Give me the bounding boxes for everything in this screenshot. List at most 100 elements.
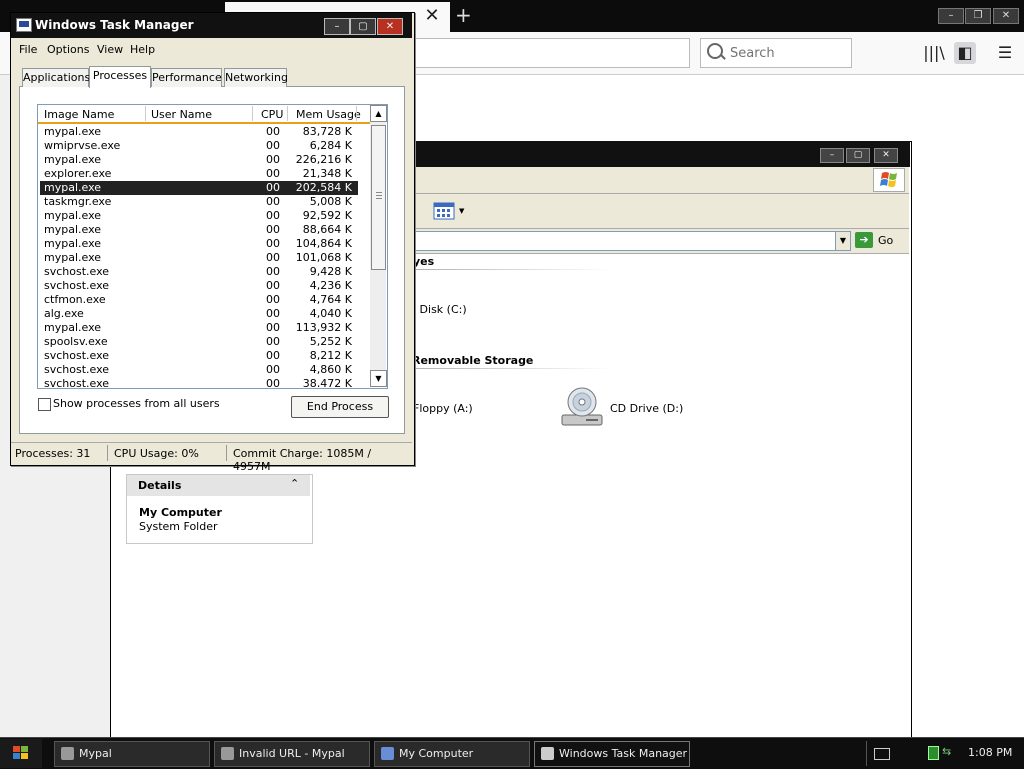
tab-performance[interactable]: Performance	[151, 68, 222, 87]
process-cpu: 00	[266, 293, 280, 306]
process-image-name: spoolsv.exe	[44, 335, 108, 348]
tm-minimize-icon[interactable]: –	[324, 18, 350, 35]
process-row[interactable]: explorer.exe 00 21,348 K	[40, 167, 358, 181]
process-image-name: alg.exe	[44, 307, 84, 320]
col-image-name[interactable]: Image Name	[44, 108, 114, 121]
col-cpu[interactable]: CPU	[261, 108, 283, 121]
process-row[interactable]: mypal.exe 00 104,864 K	[40, 237, 358, 251]
url-bar[interactable]	[410, 38, 690, 68]
sidebar-icon[interactable]: ◧	[954, 42, 976, 64]
process-row[interactable]: svchost.exe 00 9,428 K	[40, 265, 358, 279]
process-mem-usage: 4,040 K	[309, 307, 352, 320]
menu-view[interactable]: View	[97, 43, 123, 56]
process-row[interactable]: wmiprvse.exe 00 6,284 K	[40, 139, 358, 153]
taskbar-label: Windows Task Manager	[559, 747, 688, 760]
mypal-icon	[221, 747, 234, 760]
process-mem-usage: 113,932 K	[295, 321, 352, 334]
taskbar-label: Invalid URL - Mypal	[239, 747, 345, 760]
process-mem-usage: 101,068 K	[295, 251, 352, 264]
process-cpu: 00	[266, 349, 280, 362]
process-image-name: mypal.exe	[44, 223, 102, 236]
process-row[interactable]: ctfmon.exe 00 4,764 K	[40, 293, 358, 307]
process-mem-usage: 5,008 K	[309, 195, 352, 208]
show-all-users-label[interactable]: Show processes from all users	[53, 397, 220, 410]
process-cpu: 00	[266, 167, 280, 180]
tab-applications[interactable]: Applications	[22, 68, 90, 87]
scroll-thumb[interactable]	[371, 125, 386, 270]
process-mem-usage: 21,348 K	[302, 167, 352, 180]
new-tab-icon[interactable]: +	[455, 5, 472, 25]
process-cpu: 00	[266, 321, 280, 334]
process-image-name: mypal.exe	[44, 125, 102, 138]
column-divider[interactable]	[145, 106, 146, 121]
menu-file[interactable]: File	[19, 43, 37, 56]
process-row[interactable]: mypal.exe 00 83,728 K	[40, 125, 358, 139]
task-manager-title: Windows Task Manager	[35, 18, 194, 32]
process-row[interactable]: mypal.exe 00 113,932 K	[40, 321, 358, 335]
column-divider[interactable]	[287, 106, 288, 121]
tm-close-icon[interactable]: ✕	[377, 18, 403, 35]
process-row[interactable]: taskmgr.exe 00 5,008 K	[40, 195, 358, 209]
col-mem-usage[interactable]: Mem Usage	[296, 108, 361, 121]
process-mem-usage: 5,252 K	[309, 335, 352, 348]
column-divider[interactable]	[356, 106, 357, 121]
process-row[interactable]: mypal.exe 00 92,592 K	[40, 209, 358, 223]
close-icon[interactable]: ✕	[993, 8, 1019, 24]
process-row[interactable]: spoolsv.exe 00 5,252 K	[40, 335, 358, 349]
scroll-down-icon[interactable]: ▼	[370, 370, 387, 387]
tm-maximize-icon[interactable]: ▢	[350, 18, 376, 35]
taskbar-button-invalid-url[interactable]: Invalid URL - Mypal	[214, 741, 370, 767]
menu-options[interactable]: Options	[47, 43, 89, 56]
process-row[interactable]: mypal.exe 00 226,216 K	[40, 153, 358, 167]
menu-help[interactable]: Help	[130, 43, 155, 56]
network-icon[interactable]: ⇆	[942, 746, 956, 758]
process-row[interactable]: mypal.exe 00 88,664 K	[40, 223, 358, 237]
taskbar-button-my-computer[interactable]: My Computer	[374, 741, 530, 767]
keyboard-icon[interactable]	[874, 748, 890, 760]
process-mem-usage: 88,664 K	[302, 223, 352, 236]
details-title: Details	[138, 479, 182, 492]
tab-processes[interactable]: Processes	[89, 66, 151, 88]
collapse-chevron-icon[interactable]: ⌃	[290, 477, 299, 490]
status-divider	[226, 445, 227, 461]
show-all-users-checkbox[interactable]	[38, 398, 51, 411]
process-image-name: svchost.exe	[44, 349, 110, 362]
tab-networking[interactable]: Networking	[224, 68, 288, 87]
process-row[interactable]: alg.exe 00 4,040 K	[40, 307, 358, 321]
search-input[interactable]	[700, 38, 852, 68]
process-cpu: 00	[266, 237, 280, 250]
status-cpu: CPU Usage: 0%	[114, 447, 199, 460]
tray-divider	[866, 741, 867, 766]
drive-floppy[interactable]: Floppy (A:)	[413, 402, 473, 415]
process-row[interactable]: svchost.exe 00 8,212 K	[40, 349, 358, 363]
taskbar-button-mypal[interactable]: Mypal	[54, 741, 210, 767]
col-user-name[interactable]: User Name	[151, 108, 212, 121]
process-mem-usage: 6,284 K	[309, 139, 352, 152]
hamburger-menu-icon[interactable]: ☰	[994, 42, 1016, 64]
column-divider[interactable]	[252, 106, 253, 121]
process-mem-usage: 9,428 K	[309, 265, 352, 278]
minimize-icon[interactable]: –	[938, 8, 964, 24]
process-mem-usage: 4,236 K	[309, 279, 352, 292]
process-mem-usage: 226,216 K	[295, 153, 352, 166]
process-image-name: svchost.exe	[44, 279, 110, 292]
process-row[interactable]: mypal.exe 00 101,068 K	[40, 251, 358, 265]
end-process-button[interactable]: End Process	[291, 396, 389, 418]
process-row[interactable]: mypal.exe 00 202,584 K	[40, 181, 358, 195]
process-cpu: 00	[266, 307, 280, 320]
details-name: My Computer	[139, 506, 222, 519]
restore-icon[interactable]: ❐	[965, 8, 991, 24]
cd-drive-icon[interactable]	[560, 385, 604, 429]
drive-cd[interactable]: CD Drive (D:)	[610, 402, 683, 415]
tab-close-icon[interactable]: ✕	[422, 6, 442, 26]
library-icon[interactable]: |||\	[923, 42, 945, 64]
taskbar-button-task-manager[interactable]: Windows Task Manager	[534, 741, 690, 767]
clock[interactable]: 1:08 PM	[968, 746, 1012, 759]
process-list-scrollbar[interactable]: ▲ ▼	[370, 105, 387, 387]
tray-status-icon[interactable]	[928, 746, 939, 760]
taskbar-label: Mypal	[79, 747, 112, 760]
process-row[interactable]: svchost.exe 00 4,236 K	[40, 279, 358, 293]
process-row[interactable]: svchost.exe 00 4,860 K	[40, 363, 358, 377]
start-windows-icon[interactable]	[12, 745, 30, 761]
scroll-up-icon[interactable]: ▲	[370, 105, 387, 122]
